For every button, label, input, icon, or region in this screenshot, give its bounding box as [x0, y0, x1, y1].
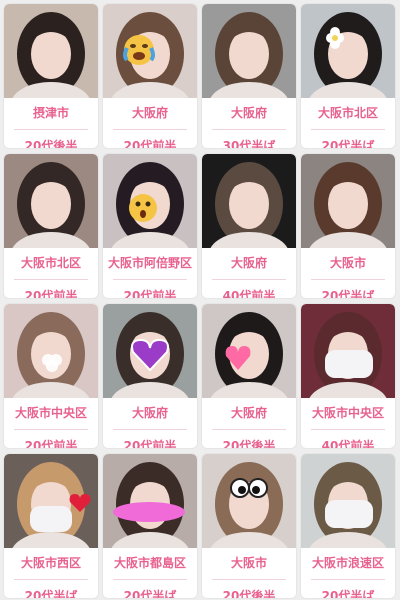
profile-photo[interactable]: [202, 304, 296, 398]
card-divider: [14, 279, 88, 280]
profile-age: 20代前半: [123, 439, 177, 449]
card-divider: [113, 429, 187, 430]
profile-card[interactable]: 大阪市西区 20代半ば: [3, 453, 99, 599]
card-divider: [113, 129, 187, 130]
profile-photo[interactable]: [202, 154, 296, 248]
profile-area: 大阪市中央区: [14, 406, 87, 420]
profile-area: 大阪市浪速区: [311, 556, 384, 570]
profile-card[interactable]: 大阪府 20代後半: [201, 303, 297, 449]
profile-card[interactable]: 大阪府 30代半ば: [201, 3, 297, 149]
profile-age: 20代後半: [24, 139, 78, 149]
profile-area: 大阪市北区: [317, 106, 378, 120]
profile-photo[interactable]: [103, 154, 197, 248]
profile-age: 20代前半: [123, 139, 177, 149]
profile-photo[interactable]: [301, 454, 395, 548]
profile-age: 20代前半: [24, 289, 78, 299]
profile-card[interactable]: 大阪市中央区 40代前半: [300, 303, 396, 449]
profile-area: 摂津市: [32, 106, 69, 120]
profile-photo[interactable]: [4, 304, 98, 398]
profile-card[interactable]: 大阪府 20代前半: [102, 303, 198, 449]
pink-blur-sticker: [113, 502, 185, 522]
profile-area: 大阪府: [131, 106, 168, 120]
astonished-face-emoji: [129, 194, 157, 222]
card-divider: [311, 279, 385, 280]
card-divider: [14, 579, 88, 580]
profile-card[interactable]: 大阪府 40代前半: [201, 153, 297, 299]
profile-photo[interactable]: [301, 154, 395, 248]
profile-age: 30代半ば: [222, 139, 276, 149]
profile-area: 大阪市都島区: [113, 556, 186, 570]
card-divider: [212, 279, 286, 280]
profile-card[interactable]: 大阪市 20代後半: [201, 453, 297, 599]
card-divider: [212, 129, 286, 130]
profile-photo[interactable]: [301, 304, 395, 398]
card-divider: [212, 579, 286, 580]
profile-area: 大阪府: [230, 256, 267, 270]
profile-age: 20代前半: [123, 289, 177, 299]
profile-area: 大阪府: [131, 406, 168, 420]
profile-age: 20代前半: [24, 439, 78, 449]
profile-area: 大阪府: [230, 406, 267, 420]
profile-area: 大阪市西区: [20, 556, 81, 570]
profile-age: 20代半ば: [321, 289, 375, 299]
profile-card[interactable]: 大阪市阿倍野区 20代前半: [102, 153, 198, 299]
profile-age: 40代前半: [222, 289, 276, 299]
profile-age: 40代前半: [321, 439, 375, 449]
profile-photo[interactable]: [4, 4, 98, 98]
profile-card[interactable]: 大阪市北区 20代前半: [3, 153, 99, 299]
profile-card[interactable]: 大阪市都島区 20代半ば: [102, 453, 198, 599]
mask-sticker: [325, 350, 373, 378]
card-divider: [311, 129, 385, 130]
profile-area: 大阪市: [329, 256, 366, 270]
card-divider: [113, 279, 187, 280]
profile-photo[interactable]: [103, 304, 197, 398]
profile-area: 大阪府: [230, 106, 267, 120]
profile-area: 大阪市: [230, 556, 267, 570]
profile-area: 大阪市阿倍野区: [107, 256, 192, 270]
profile-photo[interactable]: [4, 154, 98, 248]
profile-age: 20代後半: [222, 439, 276, 449]
profile-card[interactable]: 大阪市中央区 20代前半: [3, 303, 99, 449]
profile-age: 20代半ば: [321, 139, 375, 149]
profile-card[interactable]: 大阪市浪速区 20代半ば: [300, 453, 396, 599]
profile-card[interactable]: 大阪市北区 20代半ば: [300, 3, 396, 149]
card-divider: [212, 429, 286, 430]
profile-photo[interactable]: [202, 4, 296, 98]
profile-photo[interactable]: [301, 4, 395, 98]
crying-face-emoji: [123, 35, 155, 65]
profile-grid: 摂津市 20代後半 大阪府 20代前半 大阪府 30代半ば 大阪市北区 20代半ば: [3, 3, 397, 599]
card-divider: [311, 579, 385, 580]
profile-photo[interactable]: [202, 454, 296, 548]
card-divider: [113, 579, 187, 580]
profile-card[interactable]: 摂津市 20代後半: [3, 3, 99, 149]
card-divider: [311, 429, 385, 430]
profile-age: 20代後半: [222, 589, 276, 599]
profile-age: 20代半ば: [24, 589, 78, 599]
mask-sticker: [325, 500, 373, 528]
card-divider: [14, 429, 88, 430]
profile-age: 20代半ば: [321, 589, 375, 599]
profile-photo[interactable]: [103, 4, 197, 98]
profile-area: 大阪市北区: [20, 256, 81, 270]
card-divider: [14, 129, 88, 130]
profile-card[interactable]: 大阪市 20代半ば: [300, 153, 396, 299]
profile-photo[interactable]: [103, 454, 197, 548]
mask-sticker: [30, 506, 72, 532]
profile-age: 20代半ば: [123, 589, 177, 599]
profile-card[interactable]: 大阪府 20代前半: [102, 3, 198, 149]
profile-photo[interactable]: [4, 454, 98, 548]
profile-area: 大阪市中央区: [311, 406, 384, 420]
